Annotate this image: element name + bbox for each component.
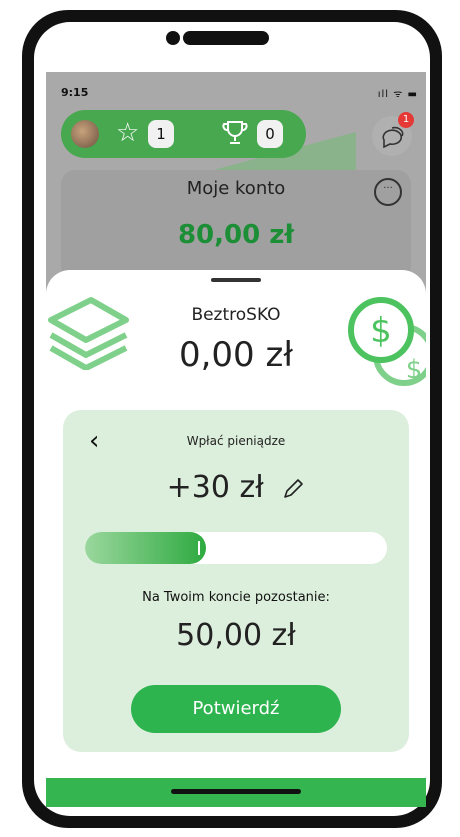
pencil-icon[interactable]: [281, 477, 305, 501]
remaining-amount: 50,00 zł: [176, 618, 296, 653]
bottom-sheet: $ $ BeztroSKO 0,00 zł ‹ Wpłać pieniądze …: [46, 270, 426, 807]
deposit-amount-row: +30 zł: [63, 470, 409, 505]
stars-count: 1: [148, 120, 174, 148]
account-title: Moje konto: [186, 178, 286, 199]
star-icon: ☆: [116, 118, 140, 148]
slider-thumb[interactable]: [197, 541, 200, 555]
more-options-button[interactable]: ···: [374, 178, 402, 206]
chat-button[interactable]: 1: [372, 112, 414, 156]
home-indicator[interactable]: [171, 789, 301, 794]
avatar[interactable]: [71, 120, 99, 148]
bottom-bar: [46, 778, 426, 807]
trophies-count: 0: [257, 120, 283, 148]
remaining-label: Na Twoim koncie pozostanie:: [142, 590, 330, 605]
goal-balance: 0,00 zł: [178, 335, 294, 375]
speaker-pill: [183, 31, 269, 45]
confirm-button[interactable]: Potwierdź: [131, 685, 341, 733]
deposit-amount: +30 zł: [166, 470, 264, 505]
deposit-title: Wpłać pieniądze: [186, 434, 286, 448]
gamification-bar[interactable]: ☆ 1 0: [61, 110, 306, 158]
sheet-handle[interactable]: [211, 278, 261, 282]
deposit-panel: ‹ Wpłać pieniądze +30 zł Na Twoim koncie…: [63, 410, 409, 752]
trophy-icon: [221, 118, 249, 154]
slider-fill: [85, 532, 206, 564]
goal-title: BeztroSKO: [191, 305, 281, 325]
account-card[interactable]: Moje konto ··· 80,00 zł: [61, 170, 411, 280]
account-amount: 80,00 zł: [177, 220, 295, 250]
notification-badge: 1: [398, 112, 414, 128]
app-screen: 9:15 ıll ᯤ ▬ ☆ 1 0 1 Moje konto ··· 80,0…: [46, 72, 426, 807]
amount-slider[interactable]: [85, 532, 387, 564]
status-time: 9:15: [61, 86, 89, 99]
camera-dot: [166, 31, 180, 45]
status-icons: ıll ᯤ ▬: [377, 89, 418, 100]
